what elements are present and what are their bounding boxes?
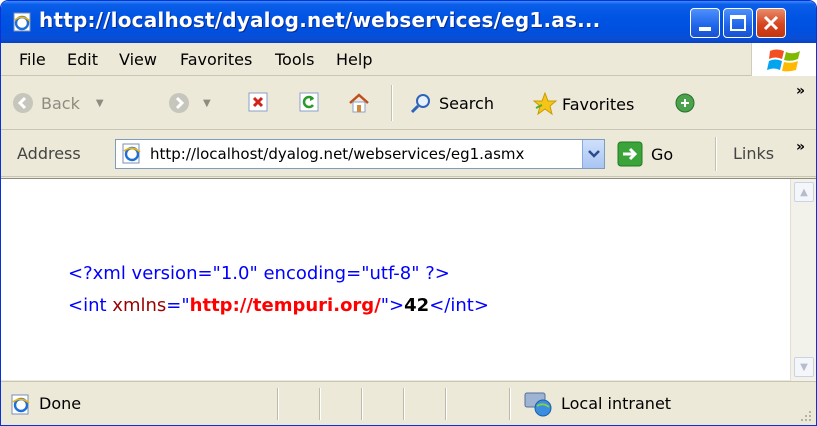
xml-element-line: <int xmlns="http://tempuri.org/">42</int…	[68, 295, 489, 316]
status-bar: Done Local intranet	[1, 381, 816, 425]
status-separator	[403, 388, 404, 420]
resize-grip-icon[interactable]	[798, 408, 814, 424]
back-label: Back	[41, 93, 80, 113]
xml-text-value: 42	[404, 295, 430, 316]
menu-edit[interactable]: Edit	[67, 50, 98, 69]
stop-button[interactable]	[247, 91, 269, 113]
xml-close-tag: </int>	[429, 295, 489, 316]
menu-file[interactable]: File	[19, 50, 46, 69]
media-button[interactable]	[673, 91, 697, 115]
home-icon	[349, 93, 369, 113]
favorites-button[interactable]: Favorites	[532, 91, 634, 117]
minimize-icon	[699, 27, 711, 31]
close-icon	[763, 15, 779, 31]
forward-button[interactable]: ▼	[167, 91, 211, 115]
refresh-button[interactable]	[298, 91, 320, 113]
xml-attr-value: http://tempuri.org/	[189, 295, 381, 316]
xml-open-tag: <int	[68, 295, 107, 316]
title-bar[interactable]: http://localhost/dyalog.net/webservices/…	[1, 1, 816, 43]
back-button[interactable]: Back ▼	[11, 91, 104, 115]
xml-attr-name: xmlns	[112, 295, 167, 316]
windows-flag-icon	[767, 49, 800, 72]
address-url: http://localhost/dyalog.net/webservices/…	[150, 145, 525, 163]
address-label: Address	[17, 144, 81, 163]
ie-page-icon	[13, 12, 31, 32]
address-input[interactable]: http://localhost/dyalog.net/webservices/…	[115, 139, 605, 169]
address-bar: Address http://localhost/dyalog.net/webs…	[1, 131, 816, 177]
toolbar-overflow-chevron[interactable]: »	[796, 83, 805, 99]
menu-tools[interactable]: Tools	[275, 50, 314, 69]
media-icon	[675, 93, 695, 113]
back-dropdown-icon[interactable]: ▼	[96, 98, 104, 109]
windows-logo	[751, 43, 816, 76]
page-content: <?xml version="1.0" encoding="utf-8" ?> …	[1, 178, 816, 381]
status-separator	[277, 388, 278, 420]
menu-favorites[interactable]: Favorites	[180, 50, 252, 69]
chevron-down-icon	[587, 150, 600, 158]
go-arrow-icon	[617, 141, 643, 167]
standard-toolbar: Back ▼ ▼ Search Favorites »	[1, 77, 816, 130]
page-icon	[122, 143, 141, 164]
menu-view[interactable]: View	[119, 50, 157, 69]
window-title: http://localhost/dyalog.net/webservices/…	[39, 8, 601, 32]
favorites-label: Favorites	[562, 94, 635, 114]
links-overflow-chevron[interactable]: »	[796, 139, 805, 155]
address-separator	[715, 137, 716, 171]
status-separator	[361, 388, 362, 420]
toolbar-separator	[391, 85, 392, 121]
search-icon	[410, 94, 430, 114]
local-intranet-icon	[524, 392, 552, 417]
refresh-icon	[299, 92, 319, 112]
forward-dropdown-icon[interactable]: ▼	[203, 98, 211, 109]
go-label: Go	[651, 144, 674, 164]
address-dropdown-button[interactable]	[582, 140, 604, 168]
status-separator	[509, 388, 510, 420]
scroll-up-button[interactable]: ▲	[794, 182, 814, 202]
status-separator	[445, 388, 446, 420]
xml-attr-close: ">	[380, 295, 405, 316]
go-button[interactable]: Go	[617, 141, 673, 167]
search-label: Search	[439, 93, 494, 113]
menu-bar: File Edit View Favorites Tools Help	[1, 43, 816, 76]
close-button[interactable]	[756, 8, 786, 38]
scroll-up-icon: ▲	[800, 186, 808, 198]
ie-window: http://localhost/dyalog.net/webservices/…	[0, 0, 817, 426]
scroll-down-button[interactable]: ▼	[794, 357, 814, 377]
maximize-button[interactable]	[723, 8, 753, 38]
links-button[interactable]: Links	[733, 144, 774, 163]
home-button[interactable]	[347, 91, 371, 115]
scroll-down-icon: ▼	[800, 361, 808, 373]
xml-attr-eq: ="	[166, 295, 190, 316]
page-done-icon	[11, 394, 30, 415]
xml-declaration: <?xml version="1.0" encoding="utf-8" ?>	[68, 263, 450, 284]
status-text: Done	[39, 394, 82, 413]
back-arrow-icon	[13, 93, 33, 113]
menu-help[interactable]: Help	[336, 50, 372, 69]
maximize-icon	[730, 15, 746, 31]
search-button[interactable]: Search	[409, 91, 494, 115]
stop-icon	[248, 92, 268, 112]
vertical-scrollbar[interactable]: ▲ ▼	[790, 179, 816, 381]
security-zone-text: Local intranet	[561, 394, 672, 413]
status-separator	[319, 388, 320, 420]
favorites-star-icon	[532, 91, 558, 116]
forward-arrow-icon	[169, 93, 189, 113]
minimize-button[interactable]	[690, 8, 720, 38]
